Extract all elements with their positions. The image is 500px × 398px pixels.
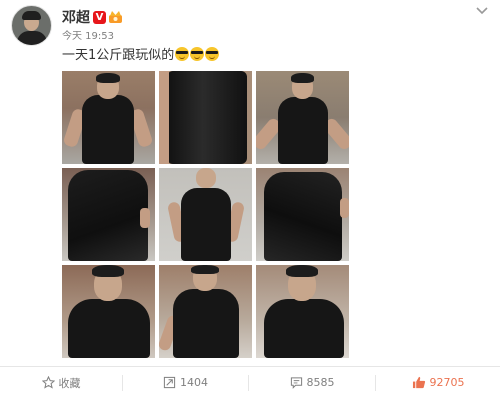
- photo-grid: [62, 71, 350, 358]
- sunglasses-emoji-icon: [190, 47, 205, 61]
- repost-count: 1404: [180, 376, 208, 389]
- favorite-label: 收藏: [58, 376, 81, 390]
- repost-icon: [163, 376, 176, 389]
- like-button[interactable]: 92705: [376, 367, 500, 398]
- thumbs-up-icon: [412, 376, 425, 389]
- verified-badge-icon: V: [93, 11, 106, 24]
- comment-icon: [290, 377, 302, 389]
- repost-button[interactable]: 1404: [123, 367, 248, 398]
- photo-3[interactable]: [256, 71, 349, 164]
- photo-7[interactable]: [62, 265, 155, 358]
- photo-8[interactable]: [159, 265, 252, 358]
- member-crown-icon: [109, 11, 122, 23]
- avatar-body: [17, 31, 47, 45]
- comment-button[interactable]: 8585: [249, 367, 375, 398]
- photo-5[interactable]: [159, 168, 252, 261]
- photo-1[interactable]: [62, 71, 155, 164]
- like-count: 92705: [429, 376, 465, 389]
- avatar-hair: [22, 11, 41, 20]
- username[interactable]: 邓超: [62, 9, 90, 27]
- photo-9[interactable]: [256, 265, 349, 358]
- comment-count: 8585: [306, 376, 335, 389]
- weibo-post-card: 邓超 V 今天 19:53 一天1公斤跟玩似的 收藏 1404 8585 927…: [0, 0, 500, 398]
- star-icon: [41, 376, 55, 389]
- photo-6[interactable]: [256, 168, 349, 261]
- photo-2[interactable]: [159, 71, 252, 164]
- favorite-button[interactable]: 收藏: [0, 367, 122, 398]
- user-avatar[interactable]: [11, 5, 52, 46]
- sunglasses-emoji-icon: [205, 47, 220, 61]
- sunglasses-emoji-icon: [175, 47, 190, 61]
- photo-4[interactable]: [62, 168, 155, 261]
- post-text: 一天1公斤跟玩似的: [62, 46, 220, 66]
- chevron-down-icon[interactable]: [476, 6, 488, 16]
- action-bar: 收藏 1404 8585 92705: [0, 366, 500, 398]
- post-time[interactable]: 今天 19:53: [62, 30, 114, 44]
- post-text-content: 一天1公斤跟玩似的: [62, 48, 175, 63]
